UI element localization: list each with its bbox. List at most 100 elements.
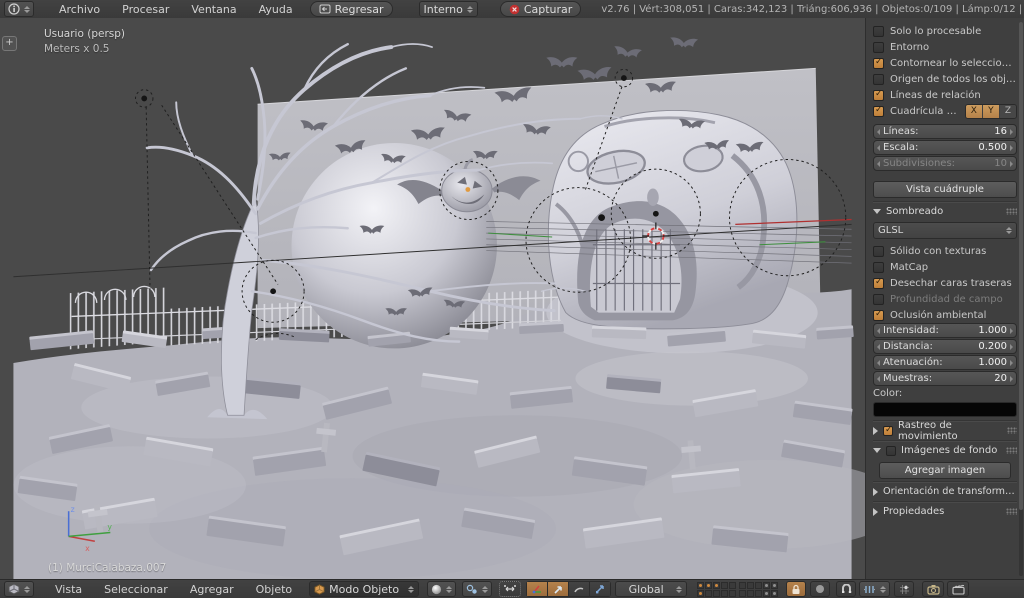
rotate-manipulator-button[interactable] (547, 581, 568, 597)
check-origen-objetos[interactable]: Origen de todos los objetos (873, 71, 1017, 87)
drag-dots-icon[interactable] (1006, 447, 1017, 454)
sidebar-scrollbar[interactable] (1019, 22, 1023, 576)
manipulator-mode-group (526, 581, 611, 597)
capture-record-icon (509, 4, 520, 15)
opengl-render-still-button[interactable] (922, 581, 944, 597)
mode-select[interactable]: Modo Objeto (309, 581, 419, 597)
viewport-shading-select[interactable] (427, 581, 456, 597)
lock-icon (791, 584, 801, 595)
slider-subdivisiones: Subdivisiones:10 (873, 156, 1017, 171)
menu-archivo[interactable]: Archivo (48, 3, 111, 16)
collapse-icon (873, 209, 881, 214)
orientation-value: Global (620, 583, 672, 596)
properties-region: Solo lo procesable Entorno Contornear lo… (865, 18, 1024, 580)
slider-muestras[interactable]: Muestras:20 (873, 371, 1017, 386)
ao-color-swatch[interactable] (873, 402, 1017, 417)
drag-dots-icon[interactable] (1007, 427, 1017, 434)
transform-orientation-select[interactable]: Global (615, 581, 687, 597)
view-name-label: Usuario (persp) (44, 28, 125, 40)
render-engine-select[interactable]: Interno (419, 1, 478, 17)
check-profundidad-campo: Profundidad de campo (873, 291, 1017, 307)
translate-manipulator-button[interactable] (526, 581, 547, 597)
panel-imagenes-fondo[interactable]: Imágenes de fondo (873, 441, 1017, 459)
pivot-stepper[interactable] (482, 586, 488, 593)
panel-propiedades[interactable]: Propiedades (873, 502, 1017, 520)
panel-sombreado[interactable]: Sombreado (873, 202, 1017, 220)
editor-type-button-3dview[interactable] (4, 581, 34, 597)
toolshelf-expand-button[interactable]: + (2, 36, 17, 51)
mode-select-value: Modo Objeto (325, 583, 404, 596)
check-matcap[interactable]: MatCap (873, 259, 1017, 275)
info-icon (8, 3, 20, 15)
grave-slab[interactable] (592, 326, 647, 340)
check-contornear[interactable]: Contornear lo seleccionado (873, 55, 1017, 71)
axis-toggle-x[interactable]: X (966, 105, 982, 118)
axis-toggle-z[interactable]: Z (1000, 105, 1016, 118)
quad-view-button[interactable]: Vista cuádruple (873, 181, 1017, 198)
snap-target-button[interactable] (894, 581, 914, 597)
layers-group-1[interactable] (697, 582, 736, 597)
menu-ayuda[interactable]: Ayuda (248, 3, 304, 16)
editor-type-stepper[interactable] (24, 6, 30, 13)
slider-distancia[interactable]: Distancia:0.200 (873, 339, 1017, 354)
add-image-button[interactable]: Agregar imagen (879, 462, 1011, 479)
snap-toggle-button[interactable] (836, 581, 856, 597)
slider-atenuacion[interactable]: Atenuación:1.000 (873, 355, 1017, 370)
axis-toggle-y[interactable]: Y (983, 105, 999, 118)
check-entorno[interactable]: Entorno (873, 39, 1017, 55)
snap-element-select[interactable] (859, 581, 890, 597)
pivot-icon (466, 584, 478, 595)
camera-icon (927, 584, 940, 595)
panel-orientacion-transformaciones[interactable]: Orientación de transformaciones (873, 482, 1017, 500)
rotate-arc-icon (573, 583, 585, 595)
panel-rastreo-movimiento[interactable]: Rastreo de movimiento (873, 421, 1017, 439)
scale-manipulator-button[interactable] (589, 581, 611, 597)
check-solo-procesable[interactable]: Solo lo procesable (873, 23, 1017, 39)
opengl-render-anim-button[interactable] (947, 581, 969, 597)
capture-button[interactable]: Capturar (500, 1, 581, 17)
manipulator-toggle[interactable] (499, 581, 521, 597)
slider-intensidad[interactable]: Intensidad:1.000 (873, 323, 1017, 338)
check-oclusion-ambiental[interactable]: Oclusión ambiental (873, 307, 1017, 323)
render-engine-value: Interno (424, 3, 463, 16)
pivot-point-select[interactable] (462, 581, 492, 597)
check-lineas-relacion[interactable]: Líneas de relación (873, 87, 1017, 103)
drag-dots-icon[interactable] (1006, 208, 1017, 215)
blender-window: { "topbar": { "menus": ["Archivo", "Proc… (0, 0, 1024, 598)
layers-group-2[interactable] (739, 582, 778, 597)
menu-ventana[interactable]: Ventana (180, 3, 247, 16)
menu-vista[interactable]: Vista (44, 583, 93, 596)
3dview-cube-icon (8, 583, 20, 595)
object-mode-cube-icon (314, 584, 325, 595)
rotate-arc-button[interactable] (568, 581, 589, 597)
svg-text:y: y (107, 523, 112, 532)
lock-to-scene-button[interactable] (786, 581, 806, 597)
menu-procesar[interactable]: Procesar (111, 3, 180, 16)
shading-stepper[interactable] (446, 586, 452, 593)
shading-mode-value: GLSL (878, 225, 903, 236)
menu-objeto[interactable]: Objeto (245, 583, 304, 596)
grid-axis-toggle-group[interactable]: X Y Z (965, 104, 1017, 119)
menu-seleccionar[interactable]: Seleccionar (93, 583, 179, 596)
snap-element-stepper[interactable] (880, 586, 886, 593)
svg-text:x: x (85, 544, 90, 553)
check-cuadricula[interactable]: Cuadrícula p... X Y Z (873, 103, 1017, 119)
gray-sphere-icon (815, 584, 825, 594)
check-solido-texturas[interactable]: Sólido con texturas (873, 243, 1017, 259)
menu-agregar[interactable]: Agregar (179, 583, 245, 596)
slider-escala[interactable]: Escala:0.500 (873, 140, 1017, 155)
viewport-canvas[interactable]: z x y (0, 18, 865, 580)
back-button-label: Regresar (335, 3, 384, 16)
snap-sphere-button[interactable] (810, 581, 830, 597)
expand-icon (873, 427, 878, 435)
arrow-pointer-icon (552, 583, 564, 595)
back-button[interactable]: Regresar (310, 1, 393, 17)
shading-mode-select[interactable]: GLSL (873, 222, 1017, 239)
editor-type-stepper[interactable] (24, 586, 30, 593)
editor-type-button[interactable] (4, 1, 34, 17)
drag-dots-icon[interactable] (1006, 508, 1017, 515)
check-desechar-caras[interactable]: Desechar caras traseras (873, 275, 1017, 291)
shading-sphere-icon (431, 584, 442, 595)
slider-lineas[interactable]: Líneas:16 (873, 124, 1017, 139)
3d-viewport[interactable]: z x y Usuario (persp) Meters x 0.5 + (1)… (0, 18, 865, 580)
